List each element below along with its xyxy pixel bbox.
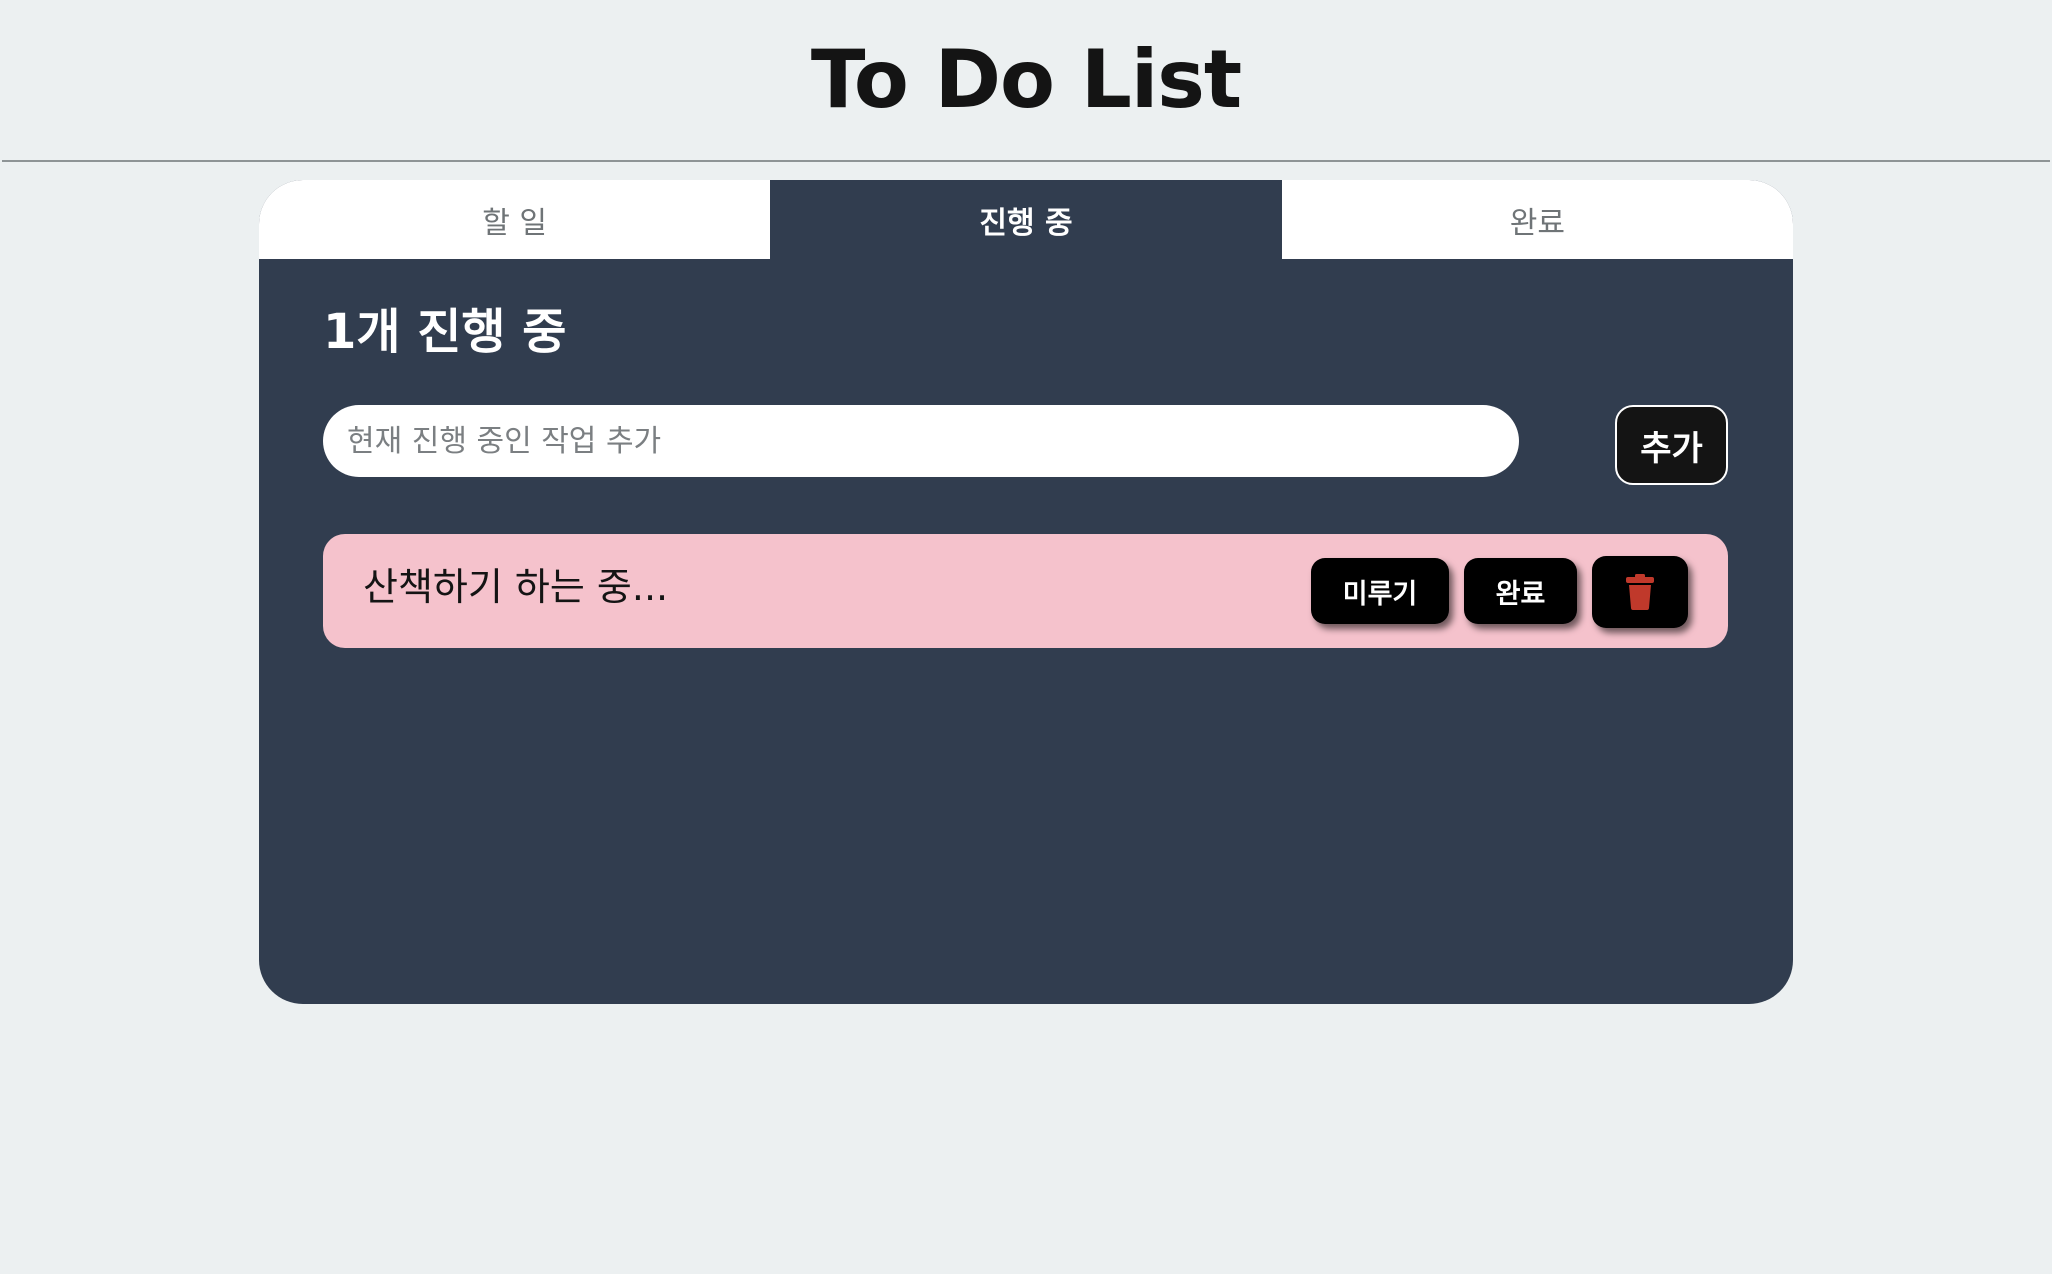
complete-button[interactable]: 완료 xyxy=(1464,558,1577,624)
task-text: 산책하기 하는 중... xyxy=(363,565,669,609)
delete-button[interactable] xyxy=(1592,556,1688,628)
tab-todo[interactable]: 할 일 xyxy=(259,180,771,259)
in-progress-count-title: 1개 진행 중 xyxy=(323,304,567,360)
tab-in-progress[interactable]: 진행 중 xyxy=(770,180,1282,259)
task-row: 산책하기 하는 중... 미루기 완료 xyxy=(323,534,1728,648)
page-title: To Do List xyxy=(810,33,1242,126)
task-list: 산책하기 하는 중... 미루기 완료 xyxy=(323,534,1728,648)
add-task-button[interactable]: 추가 xyxy=(1615,405,1728,485)
header-divider xyxy=(2,160,2050,162)
trash-icon xyxy=(1626,574,1654,610)
tab-bar: 할 일 진행 중 완료 xyxy=(259,180,1793,259)
page-header: To Do List xyxy=(0,0,2052,160)
postpone-button[interactable]: 미루기 xyxy=(1311,558,1449,624)
todo-card: 할 일 진행 중 완료 1개 진행 중 추가 산책하기 하는 중... 미루기 … xyxy=(259,180,1793,1004)
tab-done[interactable]: 완료 xyxy=(1281,180,1793,259)
new-task-input[interactable] xyxy=(323,405,1519,477)
